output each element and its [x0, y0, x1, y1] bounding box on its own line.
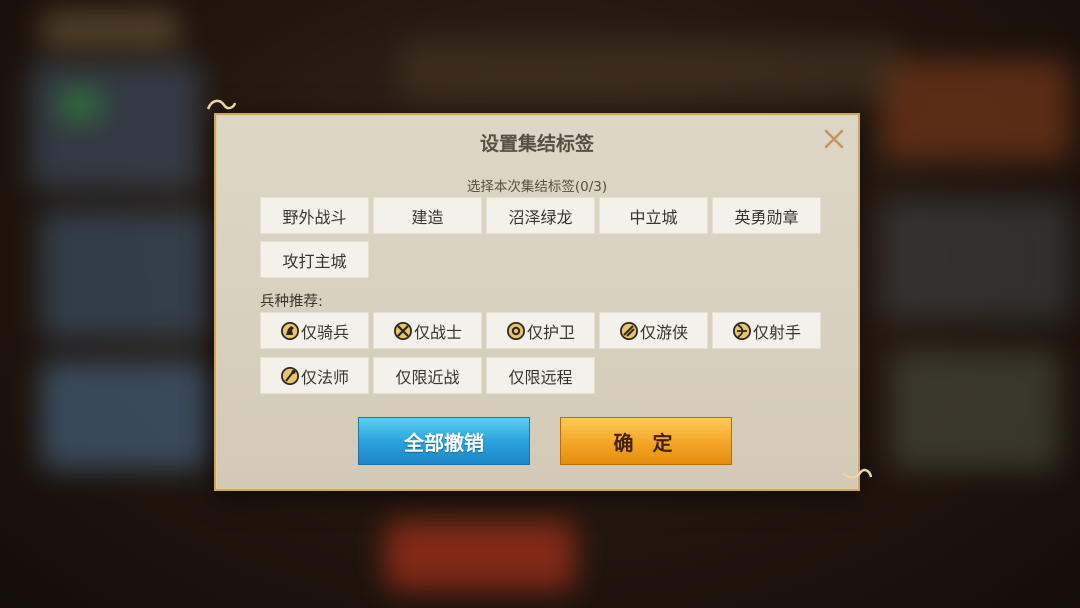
ranger-icon	[619, 321, 638, 340]
tag-label: 仅法师	[300, 367, 349, 387]
warrior-icon	[393, 321, 412, 340]
background-header	[40, 10, 180, 50]
tag-label: 仅射手	[752, 322, 801, 342]
tag-label: 攻打主城	[282, 251, 347, 271]
background-panel	[880, 60, 1070, 160]
cancel-all-button[interactable]: 全部撤销	[358, 417, 530, 465]
tag-label: 中立城	[629, 207, 678, 227]
background-badge	[60, 90, 100, 120]
tag-selection-count: 选择本次集结标签(0/3)	[466, 179, 608, 195]
background-button	[385, 520, 575, 590]
tag-guard-only[interactable]: 仅护卫	[486, 312, 595, 349]
tag-swamp-dragon[interactable]: 沼泽绿龙	[486, 197, 595, 234]
rally-tag-dialog: 设置集结标签 选择本次集结标签(0/3) 野外战斗 建造 沼泽绿龙 中立城 英勇…	[206, 99, 872, 491]
tag-label: 仅限近战	[395, 367, 460, 387]
tag-label: 英勇勋章	[734, 207, 799, 227]
tag-valor-medal[interactable]: 英勇勋章	[712, 197, 821, 234]
tag-label: 仅游侠	[639, 322, 688, 342]
tag-label: 野外战斗	[282, 207, 347, 227]
corner-ornament-icon	[206, 99, 236, 110]
background-panel	[30, 60, 200, 190]
tag-attack-main-city[interactable]: 攻打主城	[260, 241, 369, 278]
tag-warrior-only[interactable]: 仅战士	[373, 312, 482, 349]
tag-melee-only[interactable]: 仅限近战	[373, 357, 482, 394]
guard-icon	[506, 321, 525, 340]
archer-icon	[732, 321, 751, 340]
mage-icon	[280, 366, 299, 385]
tag-cavalry-only[interactable]: 仅骑兵	[260, 312, 369, 349]
confirm-button[interactable]: 确 定	[560, 417, 732, 465]
tag-label: 仅骑兵	[300, 322, 349, 342]
tag-archer-only[interactable]: 仅射手	[712, 312, 821, 349]
tag-label: 仅限远程	[508, 367, 573, 387]
troop-recommend-label: 兵种推荐:	[260, 294, 323, 310]
background-panel	[40, 210, 210, 340]
background-header	[400, 40, 900, 100]
tag-field-battle[interactable]: 野外战斗	[260, 197, 369, 234]
tag-neutral-city[interactable]: 中立城	[599, 197, 708, 234]
background-panel	[890, 350, 1060, 470]
dialog-title: 设置集结标签	[479, 133, 594, 155]
corner-ornament-icon	[842, 468, 872, 479]
tag-label: 沼泽绿龙	[508, 207, 573, 227]
background-panel	[40, 360, 210, 470]
background-panel	[880, 200, 1070, 320]
tag-label: 仅战士	[413, 322, 462, 342]
tag-ranger-only[interactable]: 仅游侠	[599, 312, 708, 349]
close-icon[interactable]	[822, 127, 846, 151]
tag-ranged-only[interactable]: 仅限远程	[486, 357, 595, 394]
tag-label: 仅护卫	[526, 322, 575, 342]
tag-mage-only[interactable]: 仅法师	[260, 357, 369, 394]
tag-construction[interactable]: 建造	[373, 197, 482, 234]
cavalry-icon	[280, 321, 299, 340]
tag-label: 建造	[411, 207, 444, 227]
